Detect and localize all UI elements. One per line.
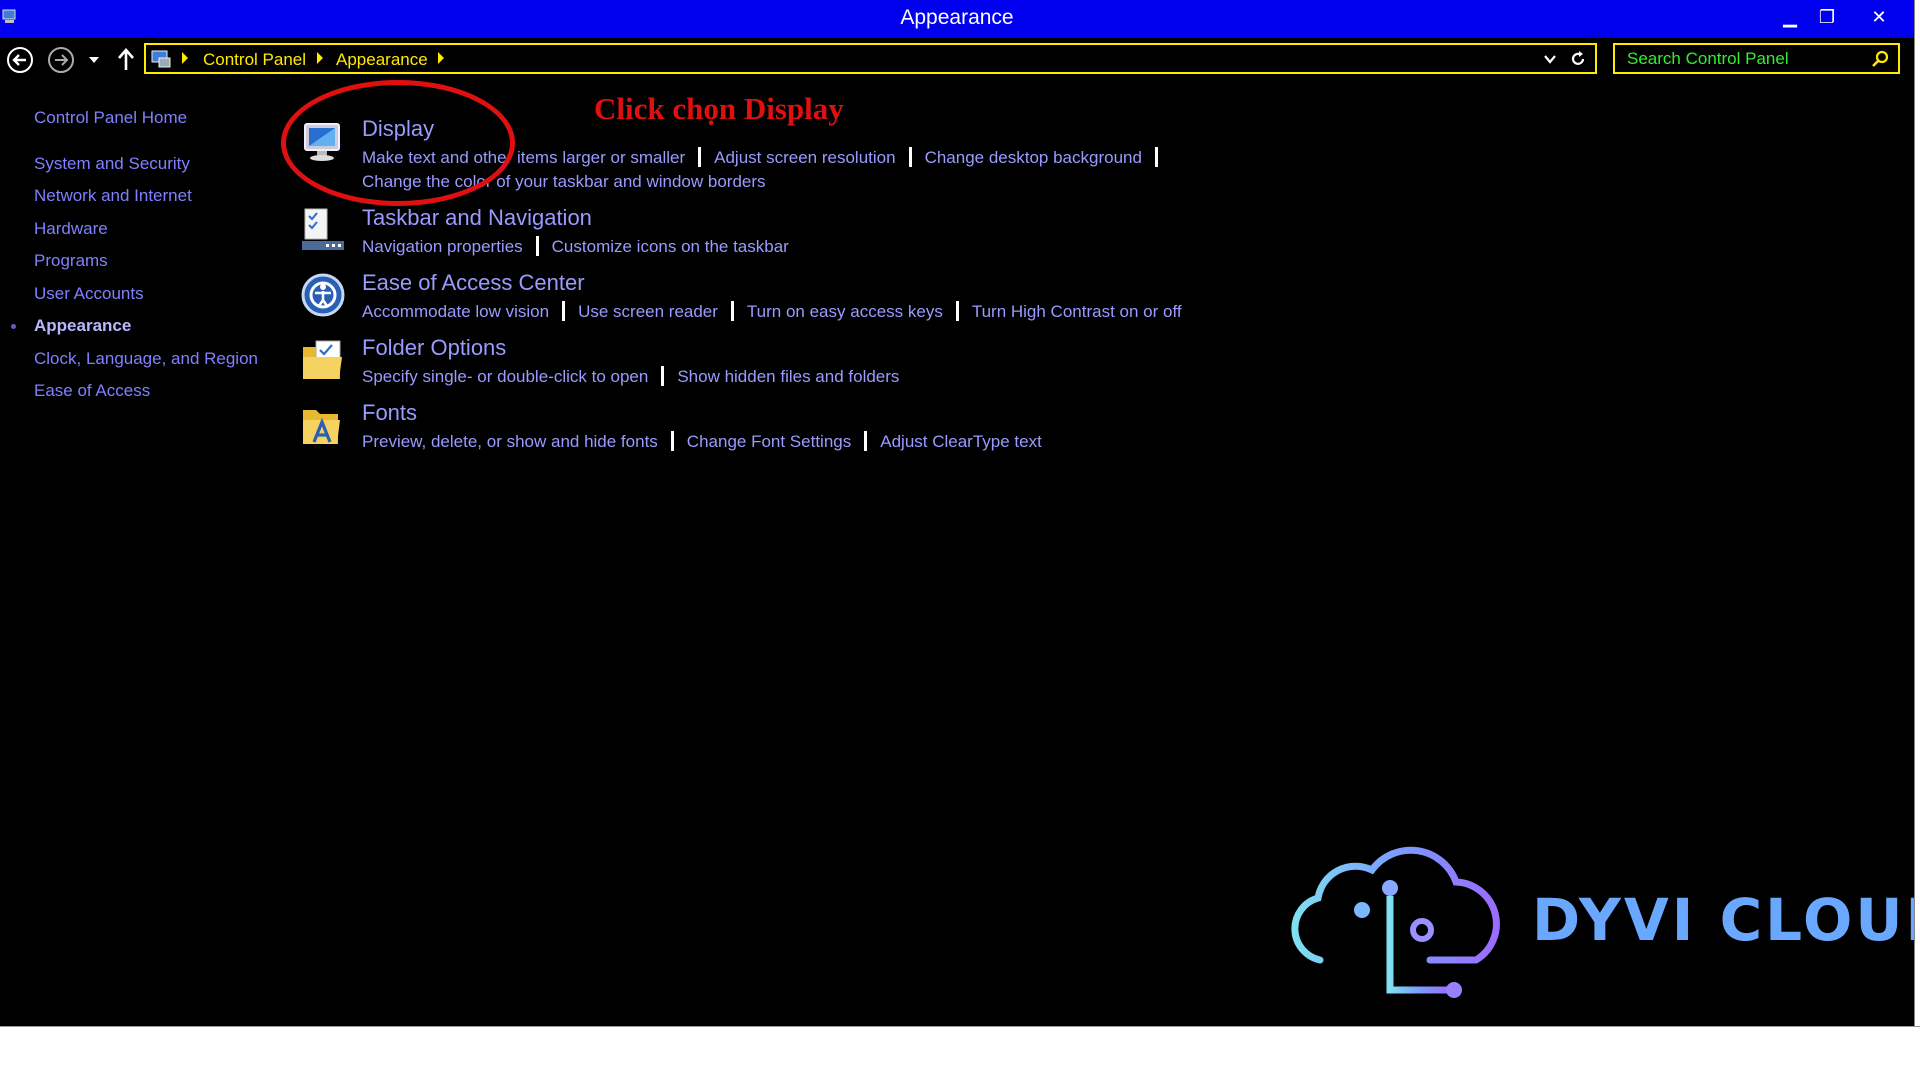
active-indicator-dot [11,324,16,329]
bottom-strip [0,1026,1920,1081]
fonts-folder-icon[interactable] [300,402,346,448]
link-separator [562,301,566,321]
link-show-hidden-files[interactable]: Show hidden files and folders [677,367,899,386]
title-bar[interactable]: Appearance ▁ ❐ ✕ [0,0,1914,38]
link-separator [730,301,734,321]
back-arrow-icon[interactable] [6,46,34,74]
up-arrow-icon[interactable] [114,46,138,74]
category-links-taskbar-navigation: Navigation properties Customize icons on … [362,236,789,257]
link-customize-taskbar-icons[interactable]: Customize icons on the taskbar [552,237,789,256]
link-high-contrast[interactable]: Turn High Contrast on or off [972,302,1182,321]
link-separator [1154,147,1158,167]
window-right-edge [1914,0,1920,1026]
sidebar-item-control-panel-home[interactable]: Control Panel Home [34,108,187,128]
link-change-desktop-background[interactable]: Change desktop background [925,148,1142,167]
taskbar-icon[interactable] [300,207,346,253]
brand-name: DYVI CLOUD [1532,886,1914,954]
link-accommodate-low-vision[interactable]: Accommodate low vision [362,302,549,321]
link-separator [908,147,912,167]
search-input[interactable] [1615,45,1867,72]
link-adjust-resolution[interactable]: Adjust screen resolution [714,148,895,167]
close-button[interactable]: ✕ [1862,3,1896,31]
annotation-circle [281,80,515,206]
folder-icon[interactable] [300,337,346,383]
breadcrumb-chevron-icon[interactable] [438,52,444,64]
search-icon[interactable] [1871,50,1889,68]
sidebar-item-hardware[interactable]: Hardware [34,219,108,239]
recent-locations-dropdown-icon[interactable] [86,46,102,74]
link-separator [661,366,665,386]
category-title-fonts[interactable]: Fonts [362,400,417,426]
link-single-double-click[interactable]: Specify single- or double-click to open [362,367,648,386]
brand-watermark: DYVI CLOUD [1280,840,1914,1010]
annotation-text: Click chọn Display [594,91,844,126]
restore-button[interactable]: ❐ [1810,3,1844,31]
ease-of-access-icon[interactable] [300,272,346,318]
category-links-ease-of-access: Accommodate low vision Use screen reader T… [362,301,1182,322]
link-separator [535,236,539,256]
control-panel-window: Appearance ▁ ❐ ✕ Control Panel Appearanc… [0,0,1914,1026]
category-fonts: Fonts Preview, delete, or show and hide … [290,400,1590,460]
sidebar-item-programs[interactable]: Programs [34,251,108,271]
category-links-folder-options: Specify single- or double-click to open S… [362,366,899,387]
link-navigation-properties[interactable]: Navigation properties [362,237,523,256]
category-title-ease-of-access-center[interactable]: Ease of Access Center [362,270,585,296]
category-ease-of-access-center: Ease of Access Center Accommodate low vi… [290,270,1590,330]
link-turn-on-easy-access-keys[interactable]: Turn on easy access keys [747,302,943,321]
category-taskbar-navigation: Taskbar and Navigation Navigation proper… [290,205,1590,265]
sidebar-item-ease-of-access[interactable]: Ease of Access [34,381,150,401]
address-dropdown-icon[interactable] [1543,52,1557,66]
navigation-bar: Control Panel Appearance [0,43,1914,77]
window-title: Appearance [900,6,1014,29]
minimize-button[interactable]: ▁ [1773,3,1807,31]
forward-arrow-icon[interactable] [47,46,75,74]
link-separator [698,147,702,167]
breadcrumb-chevron-icon[interactable] [317,52,323,64]
category-title-taskbar-navigation[interactable]: Taskbar and Navigation [362,205,592,231]
link-use-screen-reader[interactable]: Use screen reader [578,302,718,321]
category-title-folder-options[interactable]: Folder Options [362,335,506,361]
category-links-fonts: Preview, delete, or show and hide fonts C… [362,431,1042,452]
link-adjust-cleartype[interactable]: Adjust ClearType text [880,432,1042,451]
sidebar-item-user-accounts[interactable]: User Accounts [34,284,144,304]
link-separator [864,431,868,451]
breadcrumb-appearance[interactable]: Appearance [336,50,428,70]
address-bar[interactable]: Control Panel Appearance [144,43,1597,74]
link-separator [955,301,959,321]
control-panel-icon [151,50,171,68]
cloud-logo-icon [1291,846,1500,998]
refresh-icon[interactable] [1568,49,1588,69]
search-box[interactable] [1613,43,1900,74]
category-folder-options: Folder Options Specify single- or double… [290,335,1590,395]
sidebar-item-appearance[interactable]: Appearance [34,316,131,336]
sidebar-item-system-and-security[interactable]: System and Security [34,154,190,174]
sidebar-item-clock-language-region[interactable]: Clock, Language, and Region [34,349,258,369]
sidebar-item-network-and-internet[interactable]: Network and Internet [34,186,192,206]
link-preview-fonts[interactable]: Preview, delete, or show and hide fonts [362,432,658,451]
breadcrumb-control-panel[interactable]: Control Panel [203,50,306,70]
link-change-font-settings[interactable]: Change Font Settings [687,432,851,451]
breadcrumb-chevron-icon[interactable] [182,52,188,64]
link-separator [670,431,674,451]
